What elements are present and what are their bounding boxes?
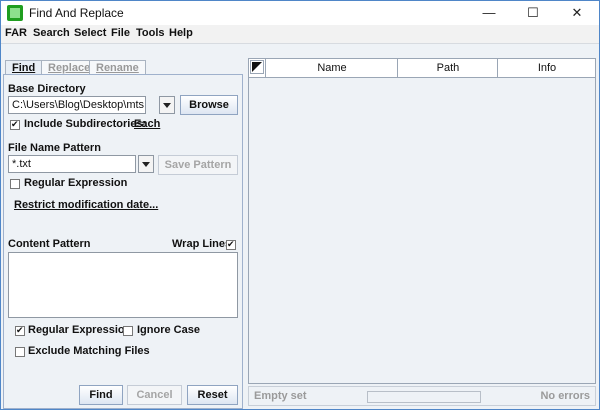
menu-far[interactable]: FAR	[5, 27, 27, 39]
menu-search[interactable]: Search	[33, 27, 70, 39]
corner-select-icon[interactable]	[250, 60, 264, 74]
content-regex-label: Regular Expression	[28, 324, 132, 336]
include-subdirectories-label: Include Subdirectories:	[24, 118, 147, 130]
close-button[interactable]: ✕	[555, 1, 599, 25]
regular-expression-checkbox[interactable]	[10, 179, 20, 189]
browse-button[interactable]: Browse	[180, 95, 238, 115]
ignore-case-label: Ignore Case	[137, 324, 200, 336]
base-directory-dropdown-icon[interactable]	[159, 96, 175, 114]
tab-find[interactable]: Find	[5, 60, 43, 75]
wrap-lines-label: Wrap Lines	[172, 238, 232, 250]
wrap-lines-checkbox[interactable]	[226, 239, 236, 250]
exclude-matching-files-label: Exclude Matching Files	[28, 345, 150, 357]
include-subdirectories-checkbox[interactable]	[10, 119, 20, 130]
results-panel: Name Path Info	[248, 58, 596, 384]
ignore-case-checkbox[interactable]	[123, 326, 133, 336]
reset-button[interactable]: Reset	[187, 385, 238, 405]
save-pattern-button[interactable]: Save Pattern	[158, 155, 238, 175]
column-header-path[interactable]: Path	[397, 59, 498, 77]
content-regex-checkbox[interactable]	[15, 325, 25, 336]
maximize-button[interactable]: ☐	[511, 1, 555, 25]
status-bar: Empty set No errors	[248, 386, 596, 406]
content-pattern-label: Content Pattern	[8, 238, 91, 250]
app-window: Find And Replace — ☐ ✕ FAR Search Select…	[0, 0, 600, 410]
file-name-pattern-label: File Name Pattern	[8, 142, 101, 154]
regular-expression-label: Regular Expression	[24, 177, 128, 189]
find-panel: Base Directory C:\Users\Blog\Desktop\mts…	[3, 74, 243, 409]
column-header-name[interactable]: Name	[265, 59, 398, 77]
cancel-button[interactable]: Cancel	[127, 385, 182, 405]
menu-bar: FAR Search Select File Tools Help	[1, 25, 599, 44]
progress-bar	[367, 391, 481, 403]
menu-select[interactable]: Select	[74, 27, 106, 39]
status-no-errors: No errors	[540, 390, 590, 402]
minimize-button[interactable]: —	[467, 1, 511, 25]
app-icon	[7, 5, 23, 21]
file-name-pattern-dropdown-icon[interactable]	[138, 155, 154, 173]
restrict-modification-date-link[interactable]: Restrict modification date...	[14, 199, 158, 211]
menu-file[interactable]: File	[111, 27, 130, 39]
base-directory-input[interactable]: C:\Users\Blog\Desktop\mts sche...	[8, 96, 146, 114]
file-name-pattern-input[interactable]: *.txt	[8, 155, 136, 173]
status-empty-set: Empty set	[254, 390, 307, 402]
each-link[interactable]: Each	[134, 118, 160, 130]
find-button[interactable]: Find	[79, 385, 123, 405]
column-header-info[interactable]: Info	[497, 59, 596, 77]
results-table-header: Name Path Info	[249, 59, 595, 78]
title-bar: Find And Replace — ☐ ✕	[1, 1, 599, 25]
window-title: Find And Replace	[29, 6, 124, 20]
menu-tools[interactable]: Tools	[136, 27, 165, 39]
base-directory-label: Base Directory	[8, 83, 86, 95]
menu-help[interactable]: Help	[169, 27, 193, 39]
tab-rename[interactable]: Rename	[89, 60, 146, 75]
exclude-matching-files-checkbox[interactable]	[15, 347, 25, 357]
content-pattern-textarea[interactable]	[8, 252, 238, 318]
